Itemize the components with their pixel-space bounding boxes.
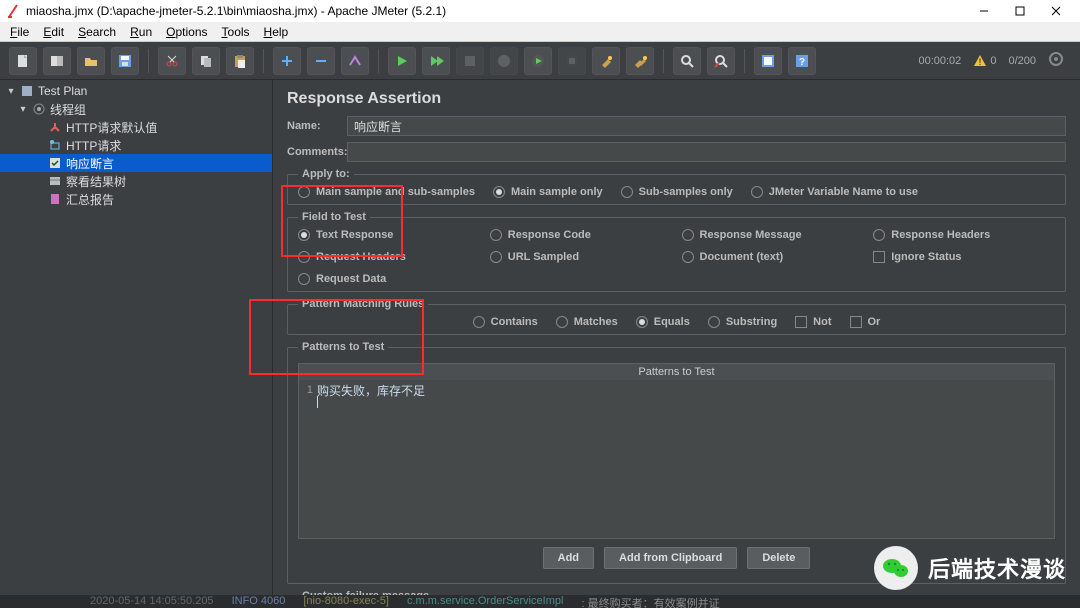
ftt-response-headers-radio[interactable]: Response Headers <box>873 229 1055 241</box>
rule-or-check[interactable]: Or <box>850 316 881 328</box>
apply-main-only-radio[interactable]: Main sample only <box>493 186 603 198</box>
rule-contains-radio[interactable]: Contains <box>473 316 538 328</box>
collapse-button[interactable] <box>307 47 335 75</box>
tree-summary-report[interactable]: 汇总报告 <box>0 190 272 208</box>
elapsed-time: 00:00:02 <box>918 55 961 67</box>
ftt-request-data-radio[interactable]: Request Data <box>298 273 480 285</box>
open-button[interactable] <box>77 47 105 75</box>
apply-var-radio[interactable]: JMeter Variable Name to use <box>751 186 918 198</box>
window-titlebar: miaosha.jmx (D:\apache-jmeter-5.2.1\bin\… <box>0 0 1080 22</box>
tree-response-assertion[interactable]: 响应断言 <box>0 154 272 172</box>
add-from-clipboard-button[interactable]: Add from Clipboard <box>604 547 737 569</box>
tree-view-results[interactable]: 察看结果树 <box>0 172 272 190</box>
editor-panel: Response Assertion Name: Comments: Apply… <box>273 80 1080 595</box>
field-to-test-fieldset: Field to Test Text Response Response Cod… <box>287 211 1066 292</box>
stop-button[interactable] <box>456 47 484 75</box>
cut-button[interactable] <box>158 47 186 75</box>
paste-button[interactable] <box>226 47 254 75</box>
rule-equals-radio[interactable]: Equals <box>636 316 690 328</box>
window-minimize-button[interactable] <box>966 0 1002 22</box>
window-close-button[interactable] <box>1038 0 1074 22</box>
remote-start-button[interactable] <box>524 47 552 75</box>
ftt-document-text-radio[interactable]: Document (text) <box>682 251 864 263</box>
name-input[interactable] <box>347 116 1066 136</box>
start-no-pause-button[interactable] <box>422 47 450 75</box>
ftt-ignore-status-check[interactable]: Ignore Status <box>873 251 1055 263</box>
rule-matches-radio[interactable]: Matches <box>556 316 618 328</box>
apply-main-sub-radio[interactable]: Main sample and sub-samples <box>298 186 475 198</box>
templates-button[interactable] <box>43 47 71 75</box>
test-plan-tree[interactable]: ▾Test Plan ▾线程组 HTTP请求默认值 HTTP请求 响应断言 察看… <box>0 80 273 595</box>
tree-http-defaults[interactable]: HTTP请求默认值 <box>0 118 272 136</box>
help-button[interactable]: ? <box>788 47 816 75</box>
comments-input[interactable] <box>347 142 1066 162</box>
apply-sub-only-radio[interactable]: Sub-samples only <box>621 186 733 198</box>
tree-thread-group[interactable]: ▾线程组 <box>0 100 272 118</box>
search-button[interactable] <box>673 47 701 75</box>
watermark: 后端技术漫谈 <box>874 546 1066 590</box>
ftt-text-response-radio[interactable]: Text Response <box>298 229 480 241</box>
svg-text:!: ! <box>979 57 982 67</box>
menu-search[interactable]: Search <box>72 24 122 40</box>
ftt-response-code-radio[interactable]: Response Code <box>490 229 672 241</box>
apply-to-fieldset: Apply to: Main sample and sub-samples Ma… <box>287 168 1066 205</box>
wechat-icon <box>874 546 918 590</box>
window-title: miaosha.jmx (D:\apache-jmeter-5.2.1\bin\… <box>26 4 446 18</box>
menu-run[interactable]: Run <box>124 24 158 40</box>
clear-button[interactable] <box>592 47 620 75</box>
warning-indicator[interactable]: ! 0 <box>973 54 996 68</box>
ftt-request-headers-radio[interactable]: Request Headers <box>298 251 480 263</box>
rule-not-check[interactable]: Not <box>795 316 831 328</box>
tree-http-request[interactable]: HTTP请求 <box>0 136 272 154</box>
menu-edit[interactable]: Edit <box>37 24 70 40</box>
remote-stop-button[interactable] <box>558 47 586 75</box>
save-button[interactable] <box>111 47 139 75</box>
ftt-url-sampled-radio[interactable]: URL Sampled <box>490 251 672 263</box>
copy-button[interactable] <box>192 47 220 75</box>
start-button[interactable] <box>388 47 416 75</box>
new-button[interactable] <box>9 47 37 75</box>
shutdown-button[interactable] <box>490 47 518 75</box>
function-helper-button[interactable] <box>754 47 782 75</box>
pattern-row-1[interactable]: 购买失败，库存不足 <box>317 382 1050 399</box>
comments-label: Comments: <box>287 146 347 158</box>
rule-substring-radio[interactable]: Substring <box>708 316 777 328</box>
log-toggle-icon[interactable] <box>1048 51 1064 70</box>
reset-search-button[interactable] <box>707 47 735 75</box>
ftt-response-message-radio[interactable]: Response Message <box>682 229 864 241</box>
active-threads: 0/200 <box>1008 55 1036 67</box>
menu-tools[interactable]: Tools <box>216 24 256 40</box>
svg-text:?: ? <box>799 57 805 68</box>
expand-button[interactable] <box>273 47 301 75</box>
panel-title: Response Assertion <box>287 90 1066 108</box>
window-maximize-button[interactable] <box>1002 0 1038 22</box>
jmeter-app-icon <box>6 4 20 18</box>
tree-root-test-plan[interactable]: ▾Test Plan <box>0 82 272 100</box>
pattern-rules-fieldset: Pattern Matching Rules Contains Matches … <box>287 298 1066 335</box>
add-pattern-button[interactable]: Add <box>543 547 594 569</box>
menu-help[interactable]: Help <box>258 24 295 40</box>
delete-pattern-button[interactable]: Delete <box>747 547 810 569</box>
log-output: 2020-05-14 14:05:50.205 INFO 4060 [nio-8… <box>0 595 1080 608</box>
patterns-column-header: Patterns to Test <box>299 364 1054 380</box>
toggle-button[interactable] <box>341 47 369 75</box>
menu-file[interactable]: File <box>4 24 35 40</box>
patterns-table-body[interactable]: 1 购买失败，库存不足 <box>299 380 1054 538</box>
toolbar: ? 00:00:02 ! 0 0/200 <box>0 42 1080 80</box>
clear-all-button[interactable] <box>626 47 654 75</box>
menu-options[interactable]: Options <box>160 24 213 40</box>
name-label: Name: <box>287 120 347 132</box>
menu-bar: File Edit Search Run Options Tools Help <box>0 22 1080 42</box>
